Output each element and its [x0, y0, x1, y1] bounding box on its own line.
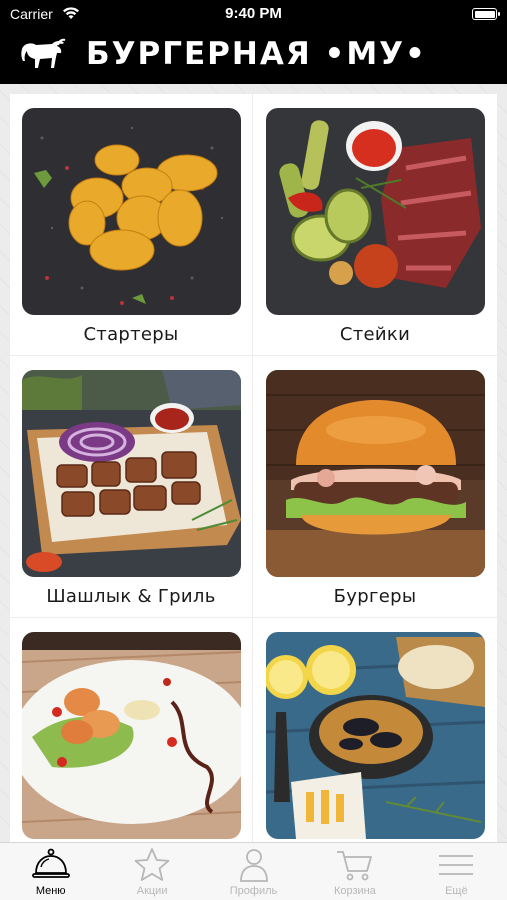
tab-menu[interactable]: Меню	[0, 843, 101, 900]
tab-label: Корзина	[333, 885, 376, 897]
tab-promotions[interactable]: Акции	[101, 843, 202, 900]
category-card-salads[interactable]	[10, 618, 253, 842]
category-card-seafood[interactable]	[253, 618, 497, 842]
shashlik-grill-image	[22, 370, 241, 577]
category-card-starters[interactable]: Стартеры	[10, 94, 253, 356]
category-card-burgers[interactable]: Бургеры	[253, 356, 497, 618]
burgers-image	[266, 370, 485, 577]
tab-label: Профиль	[229, 885, 278, 897]
tab-label: Акции	[136, 885, 168, 897]
tab-profile[interactable]: Профиль	[203, 843, 304, 900]
status-time: 9:40 PM	[225, 5, 282, 22]
salad-image	[22, 632, 241, 839]
brand-title: БУРГЕРНАЯ •МУ•	[86, 36, 427, 72]
tab-label: Ещё	[445, 885, 468, 897]
status-bar: Carrier 9:40 PM	[0, 0, 507, 28]
cart-icon	[336, 851, 372, 881]
top-bar: Carrier 9:40 PM БУРГЕРНАЯ •МУ•	[0, 0, 507, 84]
category-grid: Стартеры Стейки Шашлык & Гриль Бургеры	[10, 94, 497, 842]
app-header: БУРГЕРНАЯ •МУ•	[0, 28, 507, 84]
steaks-image	[266, 108, 485, 315]
tab-label: Меню	[35, 885, 66, 897]
cloche-icon	[31, 848, 70, 878]
category-label: Стартеры	[83, 324, 179, 345]
battery-icon	[472, 8, 500, 20]
seafood-image	[266, 632, 485, 839]
menu-content[interactable]: Стартеры Стейки Шашлык & Гриль Бургеры	[0, 84, 507, 842]
category-label: Бургеры	[333, 586, 417, 607]
tab-more[interactable]: Ещё	[406, 843, 507, 900]
star-icon	[134, 848, 170, 881]
tab-cart[interactable]: Корзина	[304, 843, 405, 900]
menu-lines-icon	[439, 855, 474, 875]
category-label: Шашлык & Гриль	[46, 586, 216, 607]
starters-image	[22, 108, 241, 315]
bull-logo-icon	[21, 38, 66, 68]
category-card-steaks[interactable]: Стейки	[253, 94, 497, 356]
person-icon	[239, 849, 268, 882]
tab-bar: Меню Акции Профиль Корзина Ещё	[0, 842, 507, 900]
category-label: Стейки	[339, 324, 411, 345]
category-card-shashlik-grill[interactable]: Шашлык & Гриль	[10, 356, 253, 618]
